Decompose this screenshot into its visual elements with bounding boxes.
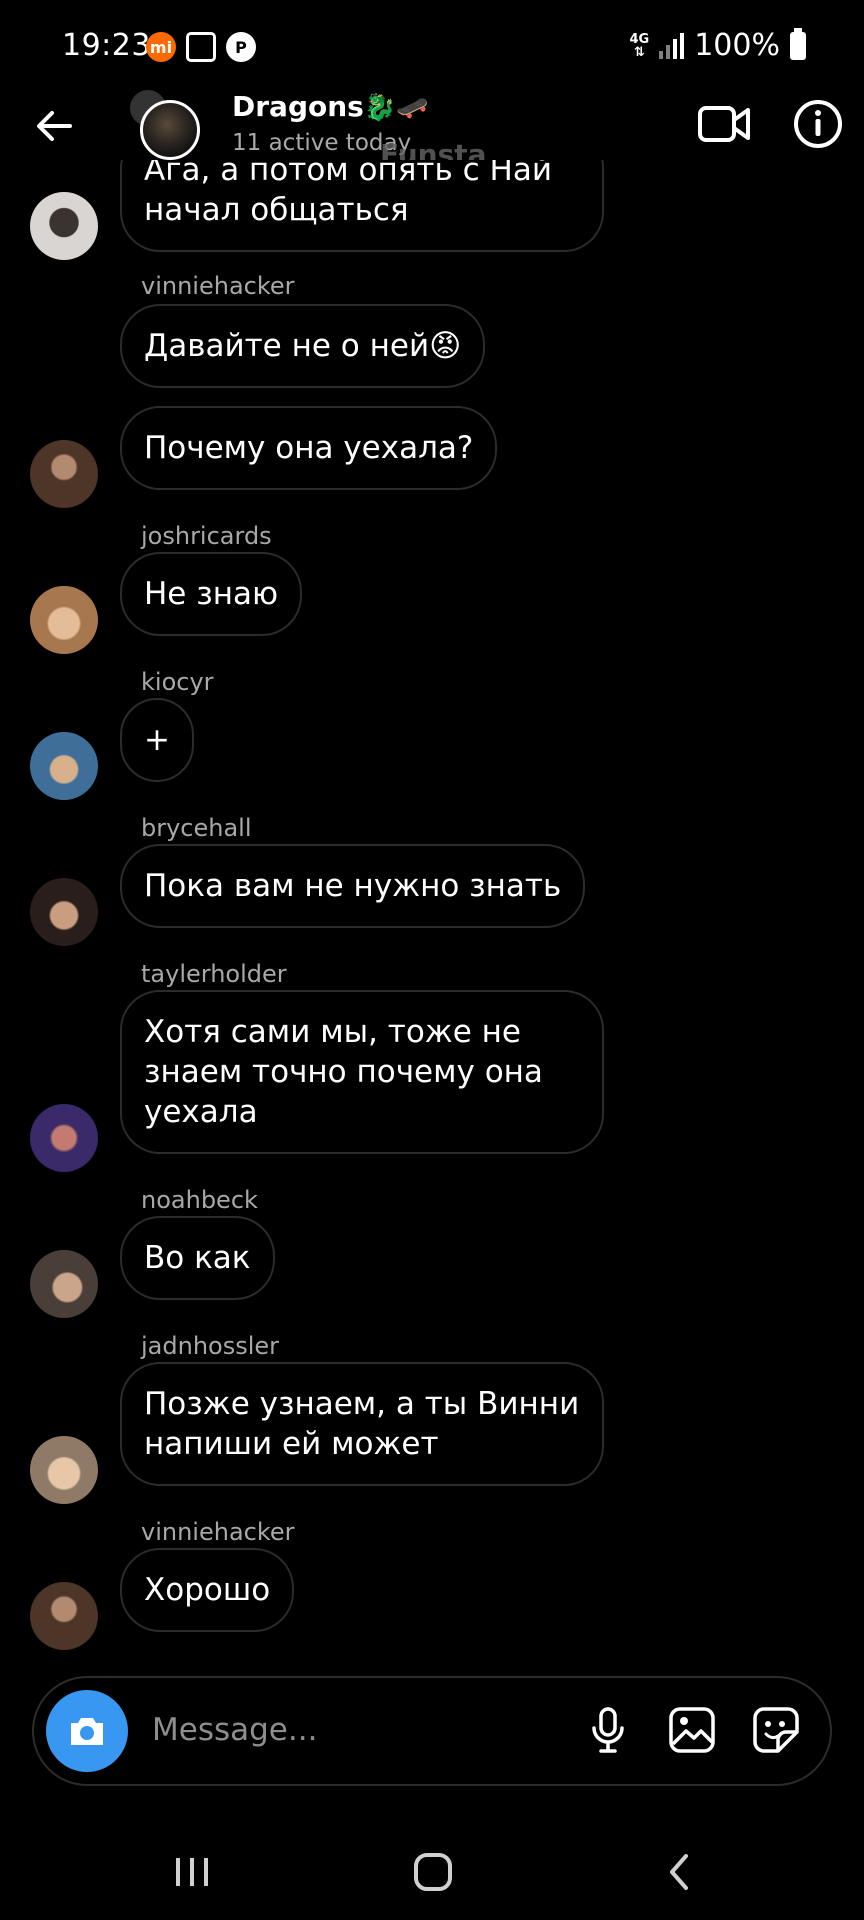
group-emoji: 🐉🛹 — [363, 93, 429, 123]
message-bubble[interactable]: Давайте не о ней😡 — [120, 304, 486, 388]
sender-avatar[interactable] — [30, 732, 98, 800]
notification-icons: mi P — [146, 32, 256, 62]
message-list[interactable]: Ага, а потом опять с Най начал общаться … — [0, 160, 864, 1660]
group-name[interactable]: Dragons🐉🛹 — [232, 90, 429, 123]
sticker-icon[interactable] — [750, 1704, 802, 1756]
sender-avatar[interactable] — [30, 440, 98, 508]
status-time: 19:23 — [62, 28, 151, 63]
sender-avatar[interactable] — [30, 1582, 98, 1650]
video-call-icon[interactable] — [696, 96, 752, 152]
sender-name: brycehall — [141, 814, 252, 842]
sender-name: noahbeck — [141, 1186, 258, 1214]
status-bar: 19:23 mi P 4G ⇅ 100% — [0, 0, 864, 96]
gallery-notification-icon — [186, 32, 216, 62]
message-bubble[interactable]: Не знаю — [120, 552, 303, 636]
sender-avatar[interactable] — [30, 1104, 98, 1172]
group-avatar[interactable] — [130, 90, 208, 168]
recent-apps-icon[interactable] — [162, 1850, 222, 1894]
mi-app-icon: mi — [146, 32, 176, 62]
chat-header: Dragons🐉🛹 11 active today Funsta — [0, 90, 864, 171]
battery-icon — [790, 27, 806, 60]
message-bubble[interactable]: Позже узнаем, а ты Винни напиши ей может — [120, 1362, 604, 1486]
battery-percent: 100% — [694, 28, 780, 63]
message-composer[interactable]: Message... — [32, 1676, 832, 1786]
message-bubble[interactable]: Почему она уехала? — [120, 406, 498, 490]
camera-button[interactable] — [46, 1690, 128, 1772]
message-bubble[interactable]: Пока вам не нужно знать — [120, 844, 586, 928]
sender-avatar[interactable] — [30, 1436, 98, 1504]
sender-name: vinniehacker — [141, 1518, 295, 1546]
message-bubble[interactable]: Хотя сами мы, тоже не знаем точно почему… — [120, 990, 604, 1154]
system-back-icon[interactable] — [650, 1850, 710, 1894]
microphone-icon[interactable] — [582, 1704, 634, 1756]
gallery-icon[interactable] — [666, 1704, 718, 1756]
app-notification-icon: P — [226, 32, 256, 62]
sender-name: vinniehacker — [141, 272, 295, 300]
sender-name: joshricards — [141, 522, 272, 550]
sender-name: jadnhossler — [141, 1332, 280, 1360]
message-bubble[interactable]: Ага, а потом опять с Най начал общаться — [120, 160, 604, 252]
sender-avatar[interactable] — [30, 878, 98, 946]
sender-avatar[interactable] — [30, 192, 98, 260]
message-bubble[interactable]: Во как — [120, 1216, 275, 1300]
system-navigation-bar — [0, 1820, 864, 1920]
network-icon: 4G ⇅ — [629, 31, 650, 60]
sender-name: taylerholder — [141, 960, 287, 988]
sender-avatar[interactable] — [30, 586, 98, 654]
message-bubble[interactable]: + — [120, 698, 194, 782]
signal-icon — [659, 32, 685, 59]
message-bubble[interactable]: Хорошо — [120, 1548, 295, 1632]
home-icon[interactable] — [403, 1850, 463, 1894]
back-arrow-icon[interactable] — [30, 102, 78, 150]
message-input[interactable]: Message... — [152, 1712, 317, 1748]
sender-avatar[interactable] — [30, 1250, 98, 1318]
sender-name: kiocyr — [141, 668, 214, 696]
info-icon[interactable] — [790, 96, 846, 152]
camera-icon — [71, 1718, 103, 1745]
